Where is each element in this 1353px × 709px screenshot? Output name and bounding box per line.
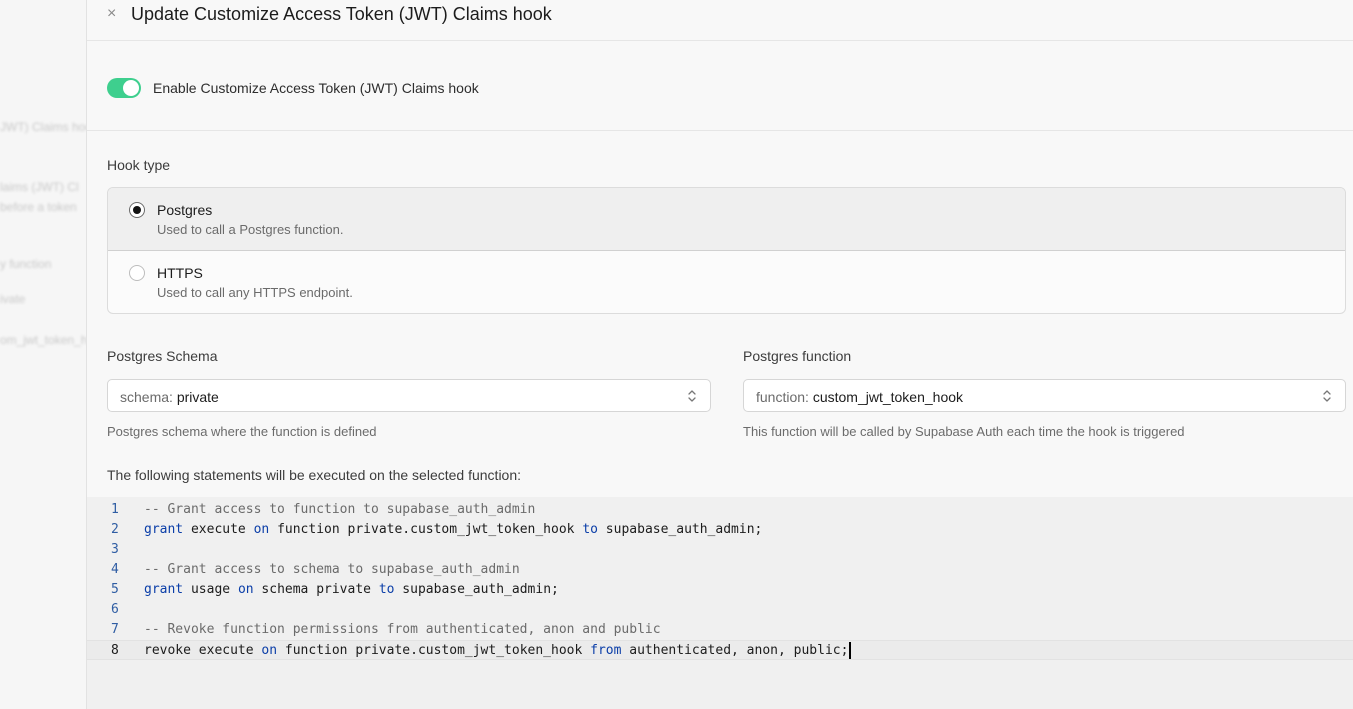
background-text: JWT) Claims hook (0, 120, 86, 134)
code-text: -- Revoke function permissions from auth… (144, 620, 661, 640)
background-text: y function (0, 257, 52, 271)
line-number: 3 (111, 542, 119, 557)
hook-side-panel: × Update Customize Access Token (JWT) Cl… (86, 0, 1353, 709)
panel-header: × Update Customize Access Token (JWT) Cl… (87, 0, 1353, 41)
option-title: HTTPS (157, 265, 203, 281)
line-number: 2 (111, 522, 119, 537)
line-number: 5 (111, 582, 119, 597)
postgres-schema-select[interactable]: schema: private (107, 379, 711, 412)
code-line[interactable]: 3 (87, 540, 1353, 560)
background-text: om_jwt_token_hook (0, 333, 86, 347)
radio-selected-icon[interactable] (129, 202, 145, 218)
hook-type-radio-group: Postgres Used to call a Postgres functio… (107, 187, 1346, 314)
code-line[interactable]: 1 -- Grant access to function to supabase… (87, 500, 1353, 520)
background-text: before a token (0, 200, 77, 214)
postgres-function-label: Postgres function (743, 348, 852, 364)
enable-hook-row: Enable Customize Access Token (JWT) Clai… (87, 41, 1353, 131)
code-text: -- Grant access to schema to supabase_au… (144, 560, 520, 580)
sql-token: supabase_auth_admin; (597, 522, 763, 537)
code-text: -- Grant access to function to supabase_… (144, 500, 535, 520)
sql-keyword: on (261, 643, 278, 658)
code-text: grant usage on schema private to supabas… (144, 580, 559, 600)
select-value-text: function: custom_jwt_token_hook (756, 389, 963, 405)
option-description: Used to call any HTTPS endpoint. (157, 285, 353, 300)
code-line[interactable]: 5 grant usage on schema private to supaba… (87, 580, 1353, 600)
code-text: revoke execute on function private.custo… (144, 641, 852, 661)
sql-token: usage (183, 582, 238, 597)
select-prefix: function: (756, 389, 809, 405)
text-cursor (849, 642, 852, 659)
code-line[interactable]: 7 -- Revoke function permissions from aut… (87, 620, 1353, 640)
enable-hook-toggle[interactable] (107, 78, 141, 98)
hook-type-label: Hook type (107, 157, 171, 173)
sql-token: supabase_auth_admin; (394, 582, 559, 597)
sql-comment: -- Grant access to function to supabase_… (144, 502, 536, 517)
sql-keyword: to (582, 522, 598, 537)
postgres-schema-label: Postgres Schema (107, 348, 218, 364)
sql-comment: -- Revoke function permissions from auth… (144, 622, 661, 637)
statements-label: The following statements will be execute… (107, 467, 522, 483)
sql-token: function private.custom_jwt_token_hook (277, 643, 591, 658)
sql-token: function private.custom_jwt_token_hook (269, 522, 583, 537)
code-line[interactable]: 8 revoke execute on function private.cust… (87, 640, 1353, 660)
sql-keyword: to (378, 582, 395, 597)
enable-hook-label[interactable]: Enable Customize Access Token (JWT) Clai… (153, 80, 479, 96)
option-title: Postgres (157, 202, 213, 218)
code-line[interactable]: 4 -- Grant access to schema to supabase_a… (87, 560, 1353, 580)
background-text: ivate (0, 292, 26, 306)
sql-token: authenticated, anon, public; (621, 643, 849, 658)
select-prefix: schema: (120, 389, 173, 405)
hook-type-option-postgres[interactable]: Postgres Used to call a Postgres functio… (108, 188, 1345, 251)
radio-unselected-icon[interactable] (129, 265, 145, 281)
postgres-schema-helper: Postgres schema where the function is de… (107, 424, 377, 439)
sql-keyword: grant (144, 582, 184, 597)
line-number: 1 (111, 502, 119, 517)
background-page: JWT) Claims hook laims (JWT) Cl before a… (0, 0, 86, 709)
postgres-function-helper: This function will be called by Supabase… (743, 424, 1185, 439)
toggle-knob (123, 80, 139, 96)
close-icon[interactable]: × (107, 6, 116, 22)
background-text: laims (JWT) Cl (0, 180, 79, 194)
sql-token: execute (183, 522, 254, 537)
sql-keyword: on (237, 582, 254, 597)
code-line[interactable]: 6 (87, 600, 1353, 620)
sql-comment: -- Grant access to schema to supabase_au… (144, 562, 520, 577)
line-number: 7 (111, 622, 119, 637)
select-value-text: schema: private (120, 389, 219, 405)
code-text: grant execute on function private.custom… (144, 520, 762, 540)
chevron-up-down-icon (1323, 390, 1331, 402)
line-number: 6 (111, 602, 119, 617)
sql-keyword: from (590, 643, 622, 658)
option-description: Used to call a Postgres function. (157, 222, 344, 237)
line-number: 4 (111, 562, 119, 577)
sql-token: revoke execute (144, 643, 262, 658)
line-number: 8 (111, 643, 119, 658)
sql-keyword: grant (144, 522, 184, 537)
select-value: private (176, 389, 219, 405)
sql-token: schema private (253, 582, 379, 597)
panel-title: Update Customize Access Token (JWT) Clai… (131, 4, 552, 24)
hook-type-option-https[interactable]: HTTPS Used to call any HTTPS endpoint. (108, 251, 1345, 313)
code-line[interactable]: 2 grant execute on function private.custo… (87, 520, 1353, 540)
sql-code-editor[interactable]: 1 -- Grant access to function to supabase… (87, 497, 1353, 709)
select-value: custom_jwt_token_hook (812, 389, 964, 405)
chevron-up-down-icon (688, 390, 696, 402)
postgres-function-select[interactable]: function: custom_jwt_token_hook (743, 379, 1346, 412)
sql-keyword: on (253, 522, 270, 537)
